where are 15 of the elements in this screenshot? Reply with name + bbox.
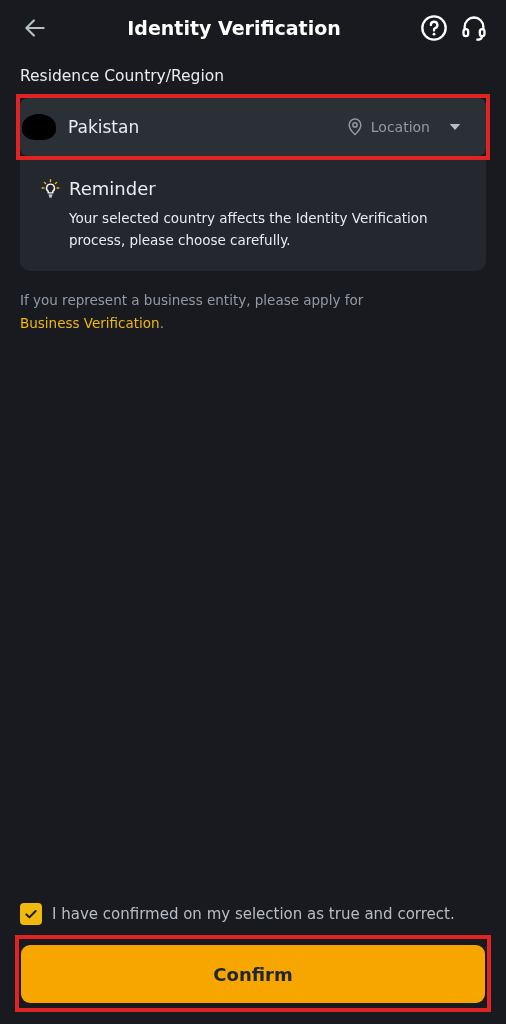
lightbulb-icon	[40, 178, 61, 199]
help-icon[interactable]	[420, 14, 448, 42]
business-verification-link[interactable]: Business Verification	[20, 315, 160, 331]
country-value: Pakistan	[68, 117, 141, 137]
field-label: Residence Country/Region	[20, 67, 225, 85]
business-note: If you represent a business entity, please apply for Business Verification.	[20, 291, 365, 333]
headset-icon[interactable]	[460, 14, 488, 42]
consent-checkbox[interactable]	[20, 903, 42, 925]
confirm-button[interactable]: Confirm	[21, 945, 485, 1003]
location-label: Location	[370, 119, 430, 135]
reminder-text: Your selected country affects the Identity Verification process, please choose carefully.	[69, 209, 429, 250]
consent-text: I have confirmed on my selection as true and correct.	[52, 905, 455, 923]
country-select[interactable]: Pakistan Location	[20, 98, 486, 156]
page-title: Identity Verification	[126, 17, 342, 39]
reminder-title: Reminder	[69, 178, 156, 199]
